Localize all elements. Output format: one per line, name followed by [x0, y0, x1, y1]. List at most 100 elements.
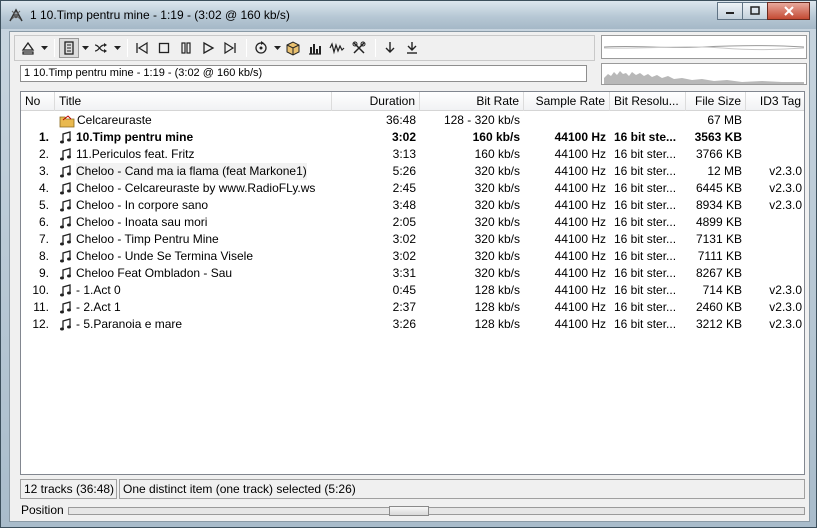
now-playing-field[interactable]: 1 10.Timp pentru mine - 1:19 - (3:02 @ 1…: [20, 65, 587, 82]
chevron-down-icon: [273, 46, 281, 50]
track-id3: [746, 231, 804, 248]
window-controls: [717, 2, 810, 20]
track-duration: 2:05: [392, 215, 416, 229]
pause-icon: [181, 42, 191, 54]
track-title: Cheloo - In corpore sano: [76, 198, 209, 212]
track-row[interactable]: 7. Cheloo - Timp Pentru Mine 3:02 320 kb/s 4…: [21, 231, 804, 248]
track-row[interactable]: 11. - 2.Act 1 2:37 128 kb/s 44100 Hz 16 bit s…: [21, 299, 804, 316]
track-filesize: 714 KB: [702, 283, 742, 297]
track-title: Cheloo - Timp Pentru Mine: [76, 232, 219, 246]
column-duration[interactable]: Duration: [332, 92, 420, 111]
track-duration: 0:45: [392, 283, 416, 297]
track-title-cell: - 1.Act 0: [55, 282, 332, 299]
shuffle-dropdown[interactable]: [113, 38, 121, 58]
column-title[interactable]: Title: [55, 92, 332, 111]
album-bitres: [610, 112, 686, 129]
track-row[interactable]: 2. 11.Periculos feat. Fritz 3:13 160 kb/s 44…: [21, 146, 804, 163]
track-row[interactable]: 10. - 1.Act 0 0:45 128 kb/s 44100 Hz 16 bit s…: [21, 282, 804, 299]
track-number: 10.: [32, 283, 49, 297]
track-row[interactable]: 9. Cheloo Feat Ombladon - Sau 3:31 320 kb/s…: [21, 265, 804, 282]
playlist-button[interactable]: [59, 38, 79, 58]
eject-icon: [21, 41, 35, 55]
column-samplerate[interactable]: Sample Rate: [524, 92, 610, 111]
pause-button[interactable]: [176, 38, 196, 58]
stop-button[interactable]: [154, 38, 174, 58]
track-row[interactable]: 8. Cheloo - Unde Se Termina Visele 3:02 320…: [21, 248, 804, 265]
column-id3[interactable]: ID3 Tag: [746, 92, 804, 111]
track-row[interactable]: 12. - 5.Paranoia e mare 3:26 128 kb/s 44100 …: [21, 316, 804, 333]
track-filesize: 3212 KB: [695, 317, 742, 331]
play-button[interactable]: [198, 38, 218, 58]
track-number: 1.: [38, 130, 49, 144]
track-row[interactable]: 1. 10.Timp pentru mine 3:02 160 kb/s 44100 H…: [21, 129, 804, 146]
track-title-cell: Cheloo - Unde Se Termina Visele: [55, 248, 332, 265]
minimize-icon: [726, 12, 734, 14]
app-window: 1 10.Timp pentru mine - 1:19 - (3:02 @ 1…: [0, 0, 817, 528]
move-down-button[interactable]: [380, 38, 400, 58]
preferences-button[interactable]: [349, 38, 369, 58]
title-bar[interactable]: 1 10.Timp pentru mine - 1:19 - (3:02 @ 1…: [1, 1, 816, 29]
column-bitres[interactable]: Bit Resolu...: [610, 92, 686, 111]
track-samplerate: 44100 Hz: [554, 283, 606, 297]
column-bitrate[interactable]: Bit Rate: [420, 92, 524, 111]
track-title: - 2.Act 1: [76, 300, 121, 314]
track-title: Cheloo - Unde Se Termina Visele: [76, 249, 253, 263]
track-duration: 3:02: [392, 232, 416, 246]
album-samplerate: [524, 112, 610, 129]
position-label: Position: [21, 503, 64, 517]
track-filesize: 8934 KB: [695, 198, 742, 212]
spectrum-button[interactable]: [305, 38, 325, 58]
download-button[interactable]: [402, 38, 422, 58]
repeat-dropdown[interactable]: [273, 38, 281, 58]
track-id3: [746, 248, 804, 265]
folder-icon: [59, 114, 75, 127]
track-id3: v2.3.0: [769, 300, 802, 314]
album-duration: 36:48: [385, 113, 416, 127]
track-id3: [746, 129, 804, 146]
track-filesize: 6445 KB: [695, 181, 742, 195]
track-row[interactable]: 4. Cheloo - Celcareuraste by www.RadioFLy…: [21, 180, 804, 197]
track-bitres: 16 bit ster...: [614, 198, 677, 212]
track-samplerate: 44100 Hz: [554, 232, 606, 246]
column-filesize[interactable]: File Size: [686, 92, 746, 111]
oscilloscope-button[interactable]: [327, 38, 347, 58]
track-title: Cheloo Feat Ombladon - Sau: [76, 266, 233, 280]
column-no[interactable]: No: [21, 92, 55, 111]
album-list-button[interactable]: [283, 38, 303, 58]
track-id3: v2.3.0: [769, 164, 802, 178]
track-bitres: 16 bit ster...: [614, 232, 677, 246]
track-filesize: 7131 KB: [695, 232, 742, 246]
album-row[interactable]: Celcareuraste 36:48 128 - 320 kb/s 67 MB: [21, 112, 804, 129]
track-number: 3.: [38, 164, 49, 178]
track-number: 12.: [32, 317, 49, 331]
seek-track[interactable]: [68, 506, 805, 516]
track-title-cell: - 2.Act 1: [55, 299, 332, 316]
track-title-cell: 10.Timp pentru mine: [55, 129, 332, 146]
track-samplerate: 44100 Hz: [554, 198, 606, 212]
track-id3: [746, 146, 804, 163]
seek-thumb[interactable]: [389, 506, 429, 516]
track-bitrate: 320 kb/s: [474, 266, 520, 280]
track-row[interactable]: 3. Cheloo - Cand ma ia flama (feat Markon…: [21, 163, 804, 180]
playlist-dropdown[interactable]: [81, 38, 89, 58]
eject-button[interactable]: [18, 38, 38, 58]
repeat-button[interactable]: [251, 38, 271, 58]
maximize-button[interactable]: [742, 2, 768, 20]
prev-button[interactable]: [132, 38, 152, 58]
close-button[interactable]: [767, 2, 810, 20]
position-bar: Position: [20, 502, 805, 520]
shuffle-button[interactable]: [91, 38, 111, 58]
next-button[interactable]: [220, 38, 240, 58]
track-samplerate: 44100 Hz: [554, 249, 606, 263]
eject-dropdown[interactable]: [40, 38, 48, 58]
track-filesize: 3563 KB: [694, 130, 742, 144]
playlist[interactable]: No Title Duration Bit Rate Sample Rate B…: [20, 91, 805, 475]
track-row[interactable]: 5. Cheloo - In corpore sano 3:48 320 kb/s 44…: [21, 197, 804, 214]
spectrum-icon: [604, 71, 804, 84]
wave-icon: [603, 45, 805, 51]
track-filesize: 3766 KB: [695, 147, 742, 161]
track-row[interactable]: 6. Cheloo - Inoata sau mori 2:05 320 kb/s 44…: [21, 214, 804, 231]
track-bitrate: 320 kb/s: [474, 164, 520, 178]
track-bitrate: 128 kb/s: [474, 317, 520, 331]
minimize-button[interactable]: [717, 2, 743, 20]
